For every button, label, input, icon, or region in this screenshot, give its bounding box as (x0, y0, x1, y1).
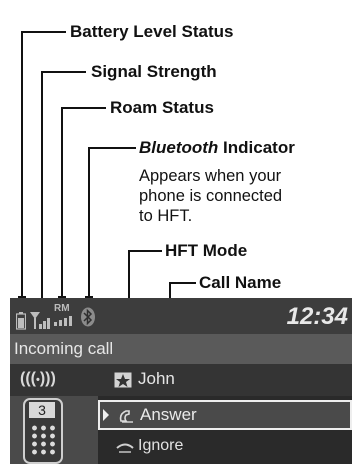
callout-roam-status: Roam Status (110, 98, 214, 117)
roam-icon: RM (54, 304, 74, 326)
phone-number-slot: 3 (29, 402, 55, 418)
ignore-icon (116, 443, 134, 453)
answer-icon (119, 410, 133, 423)
battery-icon (16, 312, 26, 330)
selection-arrow-icon (103, 409, 109, 421)
answer-button[interactable]: Answer (98, 400, 352, 430)
bluetooth-desc-line-1: Appears when your (139, 167, 282, 185)
caller-name: John (138, 369, 175, 388)
callout-call-name: Call Name (199, 273, 282, 292)
ignore-button[interactable]: Ignore (98, 432, 352, 462)
ignore-label: Ignore (138, 437, 184, 454)
keypad-dots (30, 424, 56, 456)
roam-badge-text: RM (54, 303, 70, 314)
callout-signal-strength: Signal Strength (91, 62, 217, 81)
incoming-call-bar: Incoming call (10, 334, 352, 364)
leader-signal (41, 71, 86, 304)
callout-bluetooth-italic: Bluetooth (139, 138, 219, 157)
phone-display-screen: RM 12:34 Incoming call (((•))) John 3 An… (10, 298, 352, 464)
callout-bluetooth-indicator: Bluetooth Indicator (139, 138, 295, 158)
contact-icon (114, 372, 132, 388)
clock: 12:34 (286, 303, 348, 330)
leader-roam (61, 107, 106, 300)
status-bar: RM 12:34 (10, 298, 352, 334)
bluetooth-description: Appears when your phone is connected to … (139, 166, 344, 226)
bluetooth-desc-line-3: to HFT. (139, 207, 193, 225)
callout-battery-level-status: Battery Level Status (70, 22, 234, 41)
phone-keypad-icon: 3 (23, 398, 63, 464)
signal-icon (30, 312, 50, 329)
roam-bars (54, 316, 72, 326)
callout-bluetooth-rest: Indicator (218, 138, 295, 157)
caller-row: (((•))) John (10, 364, 352, 396)
bluetooth-icon (81, 307, 95, 327)
incoming-call-label: Incoming call (14, 339, 114, 358)
phone-panel: 3 (10, 396, 98, 464)
bluetooth-desc-line-2: phone is connected (139, 187, 283, 205)
answer-label: Answer (140, 405, 197, 424)
callout-hft-mode: HFT Mode (165, 241, 248, 260)
ringing-icon: (((•))) (20, 370, 56, 387)
